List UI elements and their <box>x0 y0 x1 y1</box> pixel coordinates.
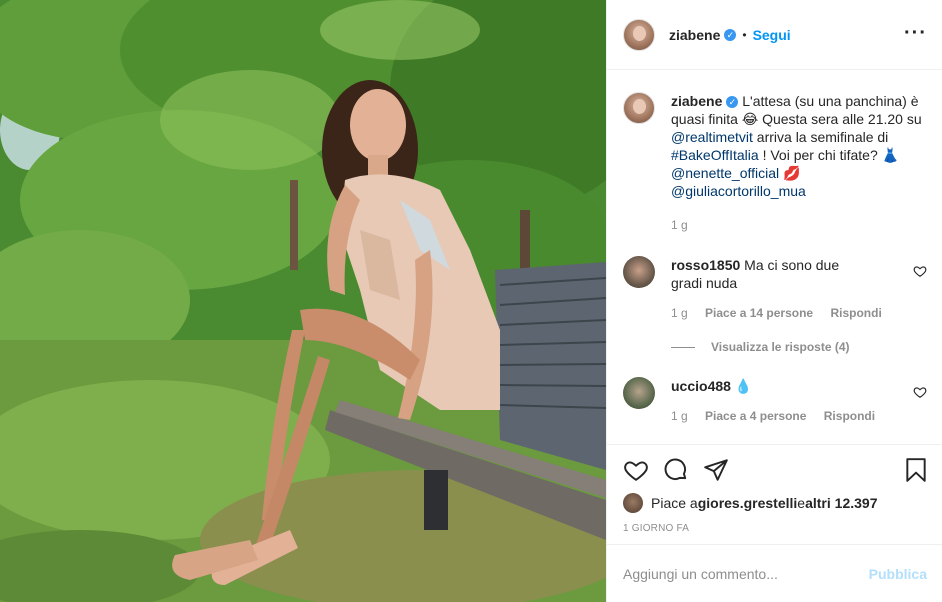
comment-likes[interactable]: Piace a 14 persone <box>705 306 813 320</box>
replies-divider <box>671 346 695 348</box>
comment-username[interactable]: uccio488 <box>671 378 731 394</box>
comment-username[interactable]: rosso1850 <box>671 257 740 273</box>
mention-giuliacortorillo-mua[interactable]: @giuliacortorillo_mua <box>671 183 806 199</box>
caption-author-avatar[interactable] <box>623 92 655 124</box>
likes-summary[interactable]: Piace a giores.grestelli e altri 12.397 <box>623 493 877 513</box>
comment-avatar[interactable] <box>623 256 655 288</box>
liker-avatar <box>623 493 643 513</box>
comment-meta: 1 g Piace a 4 persone Rispondi <box>671 409 927 423</box>
caption-time[interactable]: 1 g <box>671 218 927 232</box>
likes-prefix: Piace a <box>651 495 698 511</box>
follow-button[interactable]: Segui <box>753 27 791 43</box>
comment-item: uccio488 💧 1 g Piace a 4 persone Rispond… <box>623 377 927 423</box>
more-options-icon[interactable]: ··· <box>904 22 927 45</box>
caption-text: ziabene ✓ L'attesa (su una panchina) è qu… <box>671 92 927 200</box>
comment-avatar[interactable] <box>623 377 655 409</box>
header-separator: • <box>742 27 747 42</box>
caption-verified-badge-icon: ✓ <box>726 96 739 108</box>
author-username[interactable]: ziabene <box>669 27 720 43</box>
comment-text: rosso1850 Ma ci sono due gradi nuda <box>671 256 871 292</box>
bookmark-icon[interactable] <box>903 457 929 483</box>
caption-username[interactable]: ziabene <box>671 93 722 109</box>
comment-like-heart-icon[interactable] <box>913 264 927 278</box>
likes-middle: e <box>797 495 806 511</box>
comment-likes[interactable]: Piace a 4 persone <box>705 409 806 423</box>
post-actions: Piace a giores.grestelli e altri 12.397 … <box>607 444 942 544</box>
caption-text-part-3: ! Voi per chi tifate? 👗 <box>758 147 900 163</box>
heart-icon[interactable] <box>623 457 649 483</box>
verified-badge-icon: ✓ <box>724 28 737 41</box>
mention-nenette-official[interactable]: @nenette_official <box>671 165 779 181</box>
caption-text-part-2: arriva la semifinale di <box>752 129 889 145</box>
comment-like-heart-icon[interactable] <box>913 385 927 399</box>
view-replies-button[interactable]: Visualizza le risposte (4) <box>671 340 850 354</box>
post-photo-illustration <box>0 0 606 602</box>
comment-icon[interactable] <box>663 457 689 483</box>
post-header: ziabene ✓ • Segui ··· <box>607 0 942 70</box>
comment-body: 💧 <box>734 378 753 394</box>
post-side-panel: ziabene ✓ • Segui ··· ziabene ✓ L'attesa … <box>606 0 942 602</box>
post-caption: ziabene ✓ L'attesa (su una panchina) è qu… <box>623 92 927 232</box>
comment-reply-button[interactable]: Rispondi <box>830 306 881 320</box>
share-icon[interactable] <box>703 457 729 483</box>
comment-input[interactable] <box>623 565 869 582</box>
add-comment-bar: Pubblica <box>607 544 942 602</box>
comment-time[interactable]: 1 g <box>671 409 688 423</box>
post-time-ago[interactable]: 1 GIORNO FA <box>623 523 689 534</box>
likes-user[interactable]: giores.grestelli <box>698 495 798 511</box>
comment-item: rosso1850 Ma ci sono due gradi nuda 1 g … <box>623 256 927 320</box>
caption-text-part-4: 💋 <box>779 165 801 181</box>
view-replies-label: Visualizza le risposte (4) <box>711 340 850 354</box>
comment-reply-button[interactable]: Rispondi <box>824 409 875 423</box>
comment-text: uccio488 💧 <box>671 377 871 395</box>
post-photo[interactable] <box>0 0 606 602</box>
author-avatar[interactable] <box>623 18 655 51</box>
comment-meta: 1 g Piace a 14 persone Rispondi <box>671 306 927 320</box>
publish-button[interactable]: Pubblica <box>869 566 927 582</box>
hashtag-bakeoffitalia[interactable]: #BakeOffItalia <box>671 147 759 163</box>
comment-time[interactable]: 1 g <box>671 306 688 320</box>
mention-realtimetvit[interactable]: @realtimetvit <box>671 129 753 145</box>
likes-others[interactable]: altri 12.397 <box>805 495 877 511</box>
